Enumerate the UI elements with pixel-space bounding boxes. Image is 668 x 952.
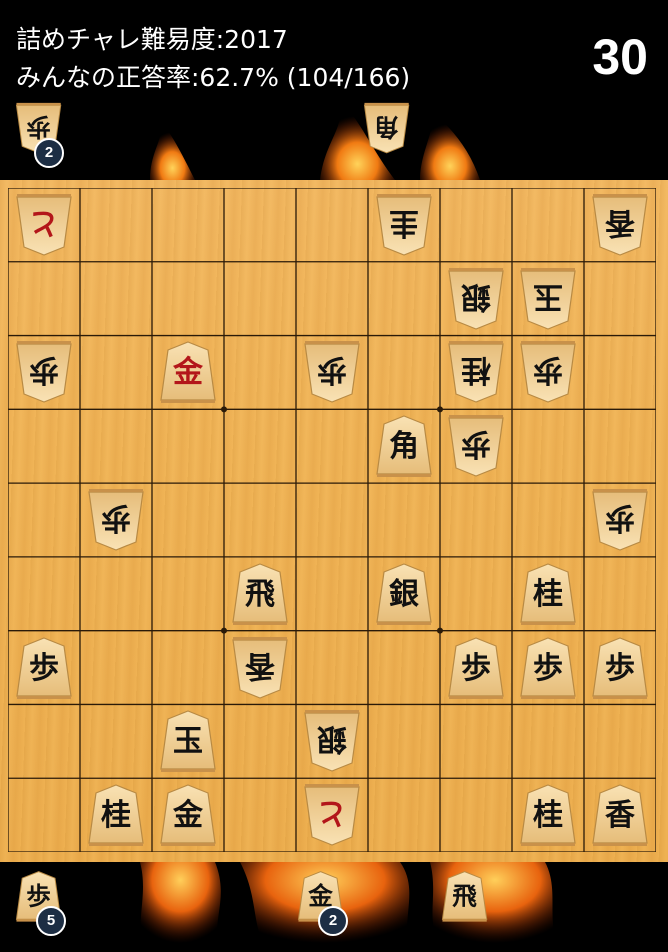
- piece-label: 歩: [26, 111, 51, 141]
- hand-count-badge: 2: [34, 138, 64, 168]
- countdown-timer: 30: [592, 29, 648, 85]
- shogi-piece[interactable]: 圭: [374, 193, 434, 257]
- piece-label: 桂: [461, 352, 491, 388]
- shogi-piece[interactable]: 金: [158, 783, 218, 847]
- shogi-piece[interactable]: 歩: [518, 636, 578, 700]
- star-point: [221, 406, 227, 413]
- piece-label: と: [317, 795, 347, 831]
- shogi-board[interactable]: と圭香銀玉歩金歩桂歩角歩歩歩飛銀桂歩香歩歩歩玉銀桂金と桂香: [0, 180, 668, 862]
- shogi-piece[interactable]: 歩: [14, 636, 74, 700]
- piece-label: 歩: [317, 352, 347, 388]
- piece-label: 歩: [101, 500, 131, 535]
- piece-label: 金: [173, 798, 203, 834]
- piece-label: 歩: [533, 650, 563, 686]
- piece-label: 香: [245, 647, 275, 683]
- shogi-piece[interactable]: 歩: [446, 414, 506, 478]
- shogi-piece[interactable]: 歩: [518, 340, 578, 404]
- star-point: [437, 406, 443, 413]
- shogi-piece[interactable]: 飛: [230, 562, 290, 626]
- piece-label: 角: [389, 429, 419, 465]
- shogi-piece[interactable]: 角: [362, 102, 411, 154]
- star-point: [437, 627, 443, 634]
- piece-label: 銀: [389, 576, 419, 612]
- shogi-piece[interactable]: 飛: [440, 870, 489, 922]
- shogi-piece[interactable]: 歩: [590, 636, 650, 700]
- header: 詰めチャレ難易度:2017 みんなの正答率:62.7% (104/166) 30: [0, 0, 668, 100]
- piece-label: 香: [605, 798, 635, 834]
- shogi-piece[interactable]: 玉: [518, 267, 578, 331]
- piece-label: 銀: [461, 278, 491, 314]
- piece-label: 金: [173, 355, 203, 391]
- piece-label: 玉: [173, 724, 203, 760]
- piece-label: 歩: [29, 352, 59, 388]
- accuracy-label: みんなの正答率:62.7% (104/166): [16, 63, 411, 92]
- piece-label: 香: [605, 204, 635, 240]
- shogi-piece[interactable]: 歩: [14, 340, 74, 404]
- piece-label: 圭: [389, 204, 419, 240]
- piece-label: 飛: [452, 882, 477, 911]
- shogi-screen: 詰めチャレ難易度:2017 みんなの正答率:62.7% (104/166) 30…: [0, 0, 668, 952]
- shogi-piece[interactable]: 金: [158, 340, 218, 404]
- piece-label: 飛: [245, 576, 275, 612]
- piece-label: 角: [374, 111, 399, 141]
- difficulty-label: 詰めチャレ難易度:2017: [16, 25, 288, 54]
- star-point: [221, 627, 227, 634]
- piece-label: と: [29, 204, 59, 240]
- hand-count-badge: 2: [318, 906, 348, 936]
- shogi-piece[interactable]: 香: [230, 636, 290, 700]
- shogi-piece[interactable]: 桂: [86, 783, 146, 847]
- piece-label: 歩: [533, 352, 563, 388]
- shogi-piece[interactable]: 歩: [86, 488, 146, 552]
- piece-label: 玉: [533, 278, 563, 314]
- piece-label: 桂: [533, 576, 563, 612]
- hand-count-badge: 5: [36, 906, 66, 936]
- shogi-piece[interactable]: 銀: [302, 709, 362, 773]
- shogi-piece[interactable]: 銀: [374, 562, 434, 626]
- shogi-piece[interactable]: 銀: [446, 267, 506, 331]
- piece-label: 桂: [533, 798, 563, 834]
- piece-label: 歩: [461, 650, 491, 686]
- piece-label: 歩: [605, 500, 635, 535]
- shogi-piece[interactable]: と: [14, 193, 74, 257]
- piece-label: 歩: [29, 650, 59, 686]
- shogi-piece[interactable]: 桂: [518, 562, 578, 626]
- shogi-piece[interactable]: 歩: [446, 636, 506, 700]
- shogi-piece[interactable]: と: [302, 783, 362, 847]
- shogi-piece[interactable]: 角: [374, 414, 434, 478]
- shogi-piece[interactable]: 桂: [446, 340, 506, 404]
- piece-label: 桂: [101, 798, 131, 834]
- shogi-piece[interactable]: 歩: [302, 340, 362, 404]
- piece-label: 歩: [461, 426, 491, 462]
- shogi-piece[interactable]: 玉: [158, 709, 218, 773]
- shogi-piece[interactable]: 歩: [590, 488, 650, 552]
- shogi-piece[interactable]: 香: [590, 783, 650, 847]
- shogi-piece[interactable]: 香: [590, 193, 650, 257]
- piece-label: 銀: [317, 721, 347, 757]
- piece-label: 歩: [605, 650, 635, 686]
- shogi-piece[interactable]: 桂: [518, 783, 578, 847]
